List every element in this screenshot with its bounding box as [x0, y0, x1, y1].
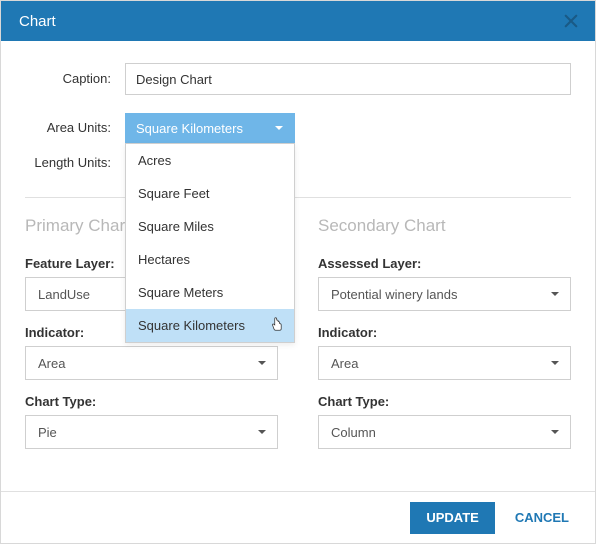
area-units-row: Area Units: Square Kilometers Acres Squa…: [25, 113, 571, 143]
caption-label: Caption:: [25, 71, 125, 88]
dialog-body: Caption: Area Units: Square Kilometers A…: [1, 41, 595, 475]
assessed-layer-label: Assessed Layer:: [318, 256, 571, 271]
area-units-option[interactable]: Square Feet: [126, 177, 294, 210]
charts-section: Primary Chart Feature Layer: LandUse Ind…: [25, 216, 571, 463]
secondary-indicator-select[interactable]: Area: [318, 346, 571, 380]
length-units-label: Length Units:: [25, 153, 125, 172]
length-units-row: Length Units:: [25, 153, 571, 187]
pointer-cursor-icon: [268, 315, 286, 335]
secondary-chart-type-label: Chart Type:: [318, 394, 571, 409]
secondary-chart-column: Secondary Chart Assessed Layer: Potentia…: [318, 216, 571, 463]
area-units-option[interactable]: Square Miles: [126, 210, 294, 243]
assessed-layer-group: Assessed Layer: Potential winery lands: [318, 256, 571, 311]
secondary-indicator-value: Area: [331, 356, 358, 371]
caret-down-icon: [550, 425, 560, 440]
area-units-option[interactable]: Square Meters: [126, 276, 294, 309]
secondary-chart-type-group: Chart Type: Column: [318, 394, 571, 449]
assessed-layer-value: Potential winery lands: [331, 287, 457, 302]
caption-row: Caption:: [25, 63, 571, 95]
secondary-chart-type-value: Column: [331, 425, 376, 440]
secondary-chart-type-select[interactable]: Column: [318, 415, 571, 449]
area-units-option[interactable]: Square Kilometers: [126, 309, 294, 342]
primary-indicator-select[interactable]: Area: [25, 346, 278, 380]
area-units-select[interactable]: Square Kilometers: [125, 113, 295, 143]
caret-down-icon: [550, 356, 560, 371]
primary-chart-type-value: Pie: [38, 425, 57, 440]
assessed-layer-select[interactable]: Potential winery lands: [318, 277, 571, 311]
primary-chart-type-group: Chart Type: Pie: [25, 394, 278, 449]
area-units-option-label: Square Kilometers: [138, 318, 245, 333]
chart-dialog: Chart Caption: Area Units: Square Kilome…: [0, 0, 596, 544]
area-units-selected-value: Square Kilometers: [136, 121, 243, 136]
caret-down-icon: [257, 425, 267, 440]
primary-chart-type-label: Chart Type:: [25, 394, 278, 409]
titlebar: Chart: [1, 1, 595, 41]
divider: [25, 197, 571, 198]
caret-down-icon: [274, 121, 284, 136]
close-icon[interactable]: [559, 9, 583, 33]
cancel-button[interactable]: CANCEL: [507, 510, 577, 525]
area-units-label: Area Units:: [25, 120, 125, 137]
area-units-select-wrap: Square Kilometers Acres Square Feet Squa…: [125, 113, 295, 143]
dialog-footer: UPDATE CANCEL: [1, 491, 595, 543]
primary-chart-type-select[interactable]: Pie: [25, 415, 278, 449]
area-units-option[interactable]: Hectares: [126, 243, 294, 276]
caret-down-icon: [550, 287, 560, 302]
area-units-option[interactable]: Acres: [126, 144, 294, 177]
secondary-indicator-label: Indicator:: [318, 325, 571, 340]
caret-down-icon: [257, 356, 267, 371]
feature-layer-value: LandUse: [38, 287, 90, 302]
caption-input[interactable]: [125, 63, 571, 95]
secondary-chart-heading: Secondary Chart: [318, 216, 571, 236]
primary-indicator-value: Area: [38, 356, 65, 371]
secondary-indicator-group: Indicator: Area: [318, 325, 571, 380]
update-button[interactable]: UPDATE: [410, 502, 494, 534]
area-units-dropdown: Acres Square Feet Square Miles Hectares …: [125, 143, 295, 343]
dialog-title: Chart: [19, 13, 56, 30]
